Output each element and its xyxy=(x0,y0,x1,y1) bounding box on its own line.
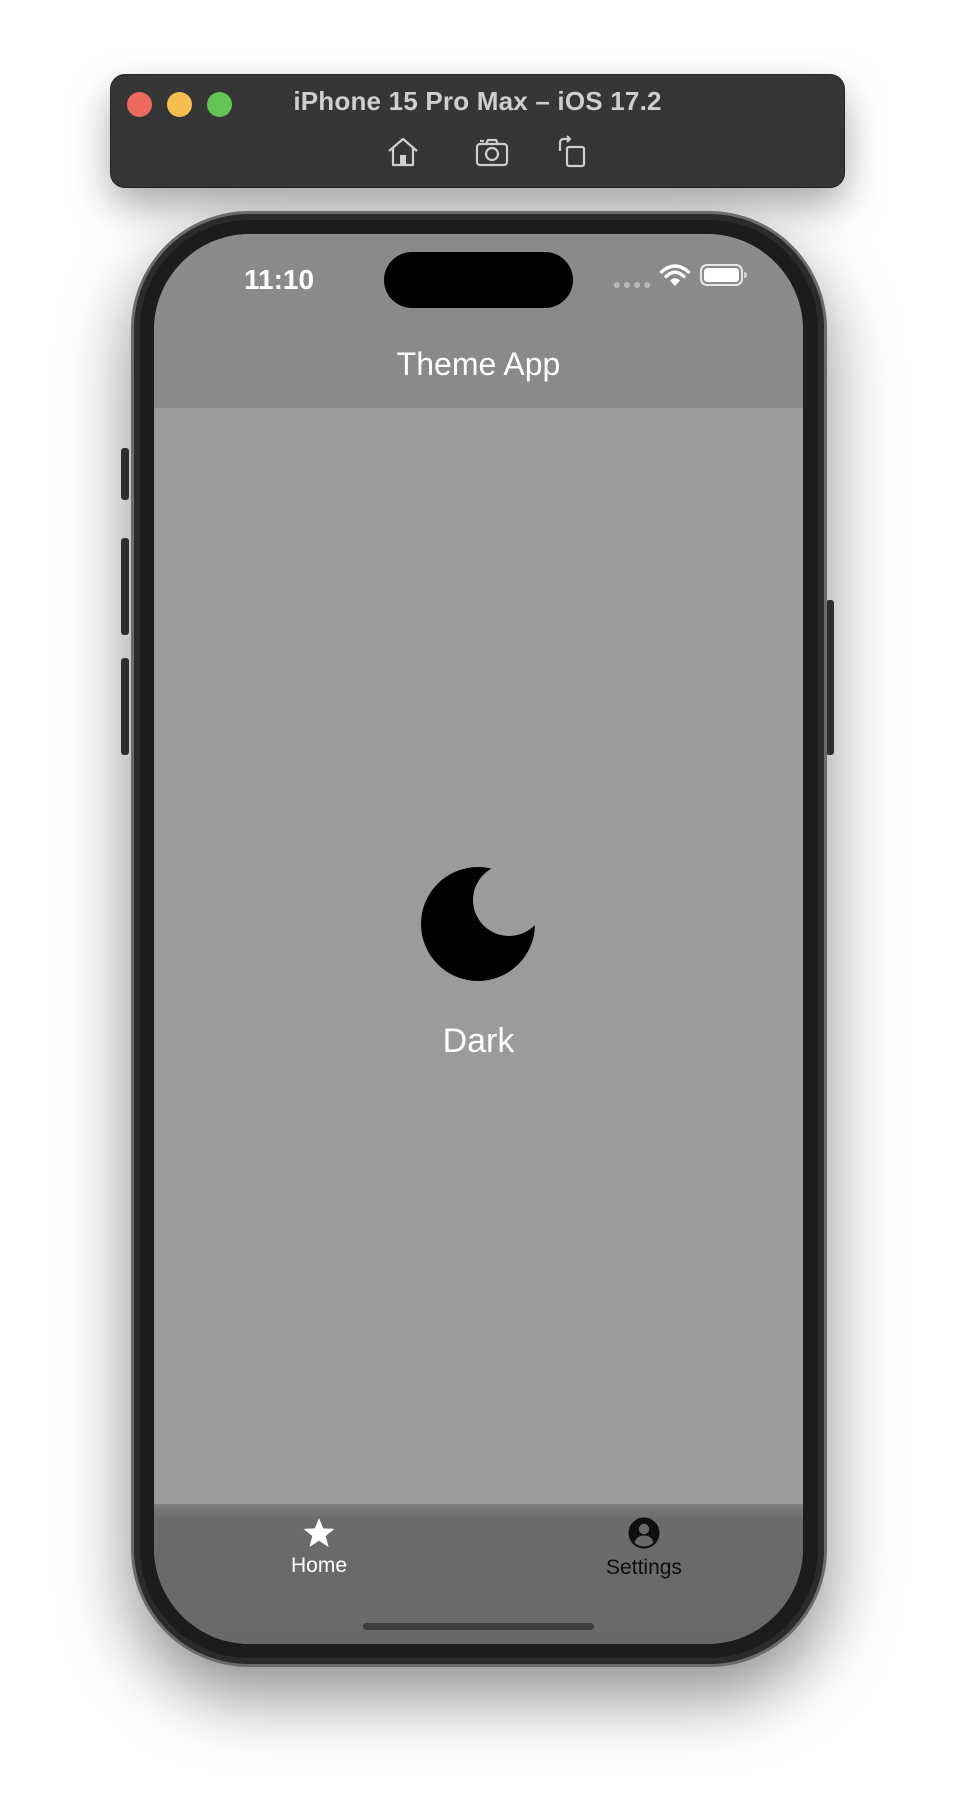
page-title: Theme App xyxy=(396,346,561,382)
volume-down-button xyxy=(121,658,129,755)
app-header: 11:10 Theme App xyxy=(154,234,803,408)
home-indicator[interactable] xyxy=(363,1623,594,1630)
star-icon xyxy=(303,1518,335,1547)
tab-settings-label: Settings xyxy=(606,1556,682,1579)
dynamic-island xyxy=(384,252,573,308)
tab-home[interactable]: Home xyxy=(239,1516,399,1578)
battery-icon xyxy=(700,264,748,286)
screenshot-icon[interactable] xyxy=(474,135,510,169)
tab-settings[interactable]: Settings xyxy=(564,1516,724,1580)
account-circle-icon xyxy=(628,1517,660,1549)
phone-screen: 11:10 Theme App Dark Home Settings xyxy=(154,234,803,1644)
cellular-signal-icon xyxy=(614,282,650,288)
power-button xyxy=(826,600,834,755)
theme-label: Dark xyxy=(442,1022,515,1060)
action-button xyxy=(121,448,129,500)
home-icon[interactable] xyxy=(385,135,421,169)
volume-up-button xyxy=(121,538,129,635)
moon-icon xyxy=(420,866,536,982)
wifi-icon xyxy=(659,264,691,288)
simulator-title: iPhone 15 Pro Max – iOS 17.2 xyxy=(293,86,662,116)
tab-home-label: Home xyxy=(290,1554,348,1577)
status-time: 11:10 xyxy=(244,264,315,295)
rotate-icon[interactable] xyxy=(554,135,590,169)
stage: iPhone 15 Pro Max – iOS 17.2 11:10 Theme… xyxy=(0,0,956,1818)
